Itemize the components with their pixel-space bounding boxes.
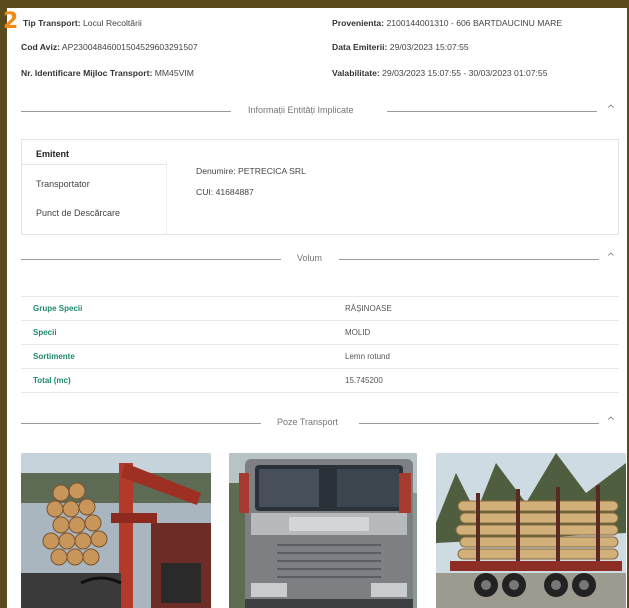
section-volum-header[interactable]: Volum ^: [21, 252, 615, 266]
chevron-up-icon[interactable]: ^: [607, 416, 615, 427]
cod-aviz: Cod Aviz: AP2300484600150452960329150‍7: [21, 42, 198, 52]
log-trailer-side-photo: [436, 453, 626, 608]
tip-transport: Tip Transport: Locul Recoltării: [23, 18, 142, 28]
table-row: Total (mc) 15.745200: [21, 369, 619, 393]
divider-line: [339, 259, 599, 260]
entities-panel: Emitent Transportator Punct de Descărcar…: [21, 139, 619, 235]
row-value: RĂȘINOASE: [345, 304, 392, 313]
section-volum-title: Volum: [297, 253, 323, 263]
row-label: Grupe Specii: [33, 304, 83, 313]
chevron-up-icon[interactable]: ^: [607, 252, 615, 263]
cod-aviz-value: AP2300484600150452960329150‍7: [61, 42, 198, 52]
row-label: Sortimente: [33, 352, 75, 361]
section-poze-title: Poze Transport: [277, 417, 339, 427]
row-label: Specii: [33, 328, 57, 337]
cui-field: CUI: 41684887: [196, 187, 254, 197]
divider-line: [359, 423, 599, 424]
volum-table: Grupe Specii RĂȘINOASE Specii MOLID Sort…: [21, 296, 619, 393]
valabilitate: Valabilitate: 29/03/2023 15:07:55 - 30/0…: [332, 68, 548, 78]
divider-line: [387, 111, 597, 112]
chevron-up-icon[interactable]: ^: [607, 104, 615, 115]
provenienta: Provenienta: 2100144001310 - 606 BARTDAU…: [332, 18, 563, 28]
table-row: Sortimente Lemn rotund: [21, 345, 619, 369]
tab-punct-descarcare[interactable]: Punct de Descărcare: [22, 202, 166, 224]
row-value: Lemn rotund: [345, 352, 390, 361]
aviz-details-panel: Tip Transport: Locul Recoltării Cod Aviz…: [7, 8, 627, 608]
step-number-badge: 2: [3, 9, 19, 34]
section-poze-header[interactable]: Poze Transport ^: [21, 416, 615, 430]
row-value: MOLID: [345, 328, 371, 337]
tab-divider: [166, 162, 167, 234]
tab-transportator[interactable]: Transportator: [22, 173, 166, 195]
transport-photo-3[interactable]: [436, 453, 626, 608]
transport-photo-2[interactable]: [229, 453, 417, 608]
section-entitati-header[interactable]: Informații Entități Implicate ^: [21, 104, 615, 118]
divider-line: [21, 111, 231, 112]
divider-line: [21, 423, 261, 424]
tab-emitent[interactable]: Emitent: [22, 143, 166, 165]
nr-identificare: Nr. Identificare Mijloc Transport: MM45V…: [21, 68, 194, 78]
denumire-field: Denumire: PETRECICA SRL: [196, 166, 306, 176]
divider-line: [21, 259, 281, 260]
section-entitati-title: Informații Entități Implicate: [248, 105, 354, 115]
table-row: Grupe Specii RĂȘINOASE: [21, 297, 619, 321]
transport-photo-1[interactable]: [21, 453, 211, 608]
scania-truck-front-photo: [229, 453, 417, 608]
row-value: 15.745200: [345, 376, 383, 385]
table-row: Specii MOLID: [21, 321, 619, 345]
logging-truck-crane-photo: [21, 453, 211, 608]
row-label: Total (mc): [33, 376, 71, 385]
data-emiterii: Data Emiterii: 29/03/2023 15:07:55: [332, 42, 469, 52]
